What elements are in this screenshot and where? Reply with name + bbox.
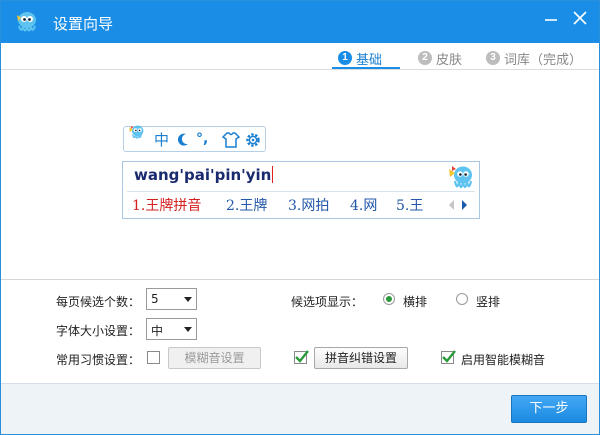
horizontal-label: 横排 [403, 295, 428, 309]
candidate-item: 1.王牌拼音 [132, 198, 202, 214]
smart-fuzzy-label: 启用智能模糊音 [461, 353, 546, 367]
pinyin-input-value: wang'pai'pin'yin [134, 166, 272, 184]
correction-settings-button[interactable]: 拼音纠错设置 [314, 347, 408, 369]
horizontal-radio[interactable] [383, 293, 395, 305]
fuzzy-settings-button[interactable]: 模糊音设置 [168, 347, 261, 369]
pinyin-input-text: wang'pai'pin'yin [134, 166, 274, 184]
prev-page-icon [449, 200, 454, 210]
fuzzy-checkbox[interactable] [147, 351, 160, 364]
punctuation-label: °, [196, 131, 209, 147]
next-button[interactable]: 下一步 [511, 395, 587, 423]
habit-label: 常用习惯设置： [56, 353, 141, 367]
step-label: 基础 [356, 52, 383, 68]
font-size-value: 中 [151, 324, 164, 338]
smart-fuzzy-checkbox[interactable] [441, 350, 456, 364]
tab-basic[interactable]: 1 基础 [338, 49, 383, 68]
tab-skin[interactable]: 2 皮肤 [418, 49, 463, 68]
candidate-item: 4.网 [350, 198, 378, 214]
chevron-down-icon [184, 297, 192, 302]
candidate-item: 2.王牌 [226, 198, 268, 214]
skin-icon [222, 132, 240, 148]
step-number: 1 [338, 51, 352, 65]
candidate-item: 5.王 [396, 198, 424, 214]
divider [127, 191, 475, 192]
ime-toolbar-preview: 中 °, [123, 125, 266, 152]
moon-icon [177, 133, 188, 146]
font-size-select[interactable]: 中 [146, 318, 197, 340]
check-icon [442, 350, 456, 363]
chevron-down-icon [184, 327, 192, 332]
per-page-label: 每页候选个数： [56, 295, 141, 309]
per-page-value: 5 [151, 292, 159, 306]
vertical-label: 竖排 [476, 295, 501, 309]
footer-bar: 下一步 [1, 383, 599, 434]
per-page-select[interactable]: 5 [146, 288, 197, 310]
mode-chinese-label: 中 [154, 131, 170, 149]
tab-dictionary[interactable]: 3 词库（完成） [486, 49, 583, 68]
step-label: 皮肤 [436, 52, 463, 68]
app-logo-icon [17, 12, 36, 32]
minimize-icon[interactable] [541, 9, 561, 29]
step-number: 2 [418, 51, 432, 65]
ime-logo-icon [449, 166, 473, 189]
step-number: 3 [486, 51, 500, 65]
setup-wizard-window: 设置向导 1 基础 2 皮肤 3 词库（完成） 中 °, wang'pai'pi… [0, 0, 600, 435]
candidate-item: 3.网拍 [288, 198, 330, 214]
check-icon [295, 350, 309, 363]
font-size-label: 字体大小设置： [56, 324, 141, 338]
divider [1, 279, 599, 280]
candidate-window-preview: wang'pai'pin'yin 1.王牌拼音 2.王牌 3.网拍 4.网 5.… [122, 161, 480, 219]
text-caret [272, 166, 274, 183]
vertical-radio[interactable] [456, 293, 468, 305]
step-label: 词库（完成） [504, 52, 583, 68]
wizard-steps: 1 基础 2 皮肤 3 词库（完成） [1, 43, 599, 71]
correction-checkbox[interactable] [294, 350, 309, 364]
ime-logo-icon [129, 125, 144, 139]
divider [1, 69, 599, 70]
close-icon[interactable] [569, 7, 591, 29]
title-bar[interactable]: 设置向导 [1, 1, 599, 43]
display-label: 候选项显示： [291, 295, 364, 309]
gear-icon [246, 133, 260, 147]
window-title: 设置向导 [53, 15, 114, 33]
next-page-icon [462, 200, 467, 210]
